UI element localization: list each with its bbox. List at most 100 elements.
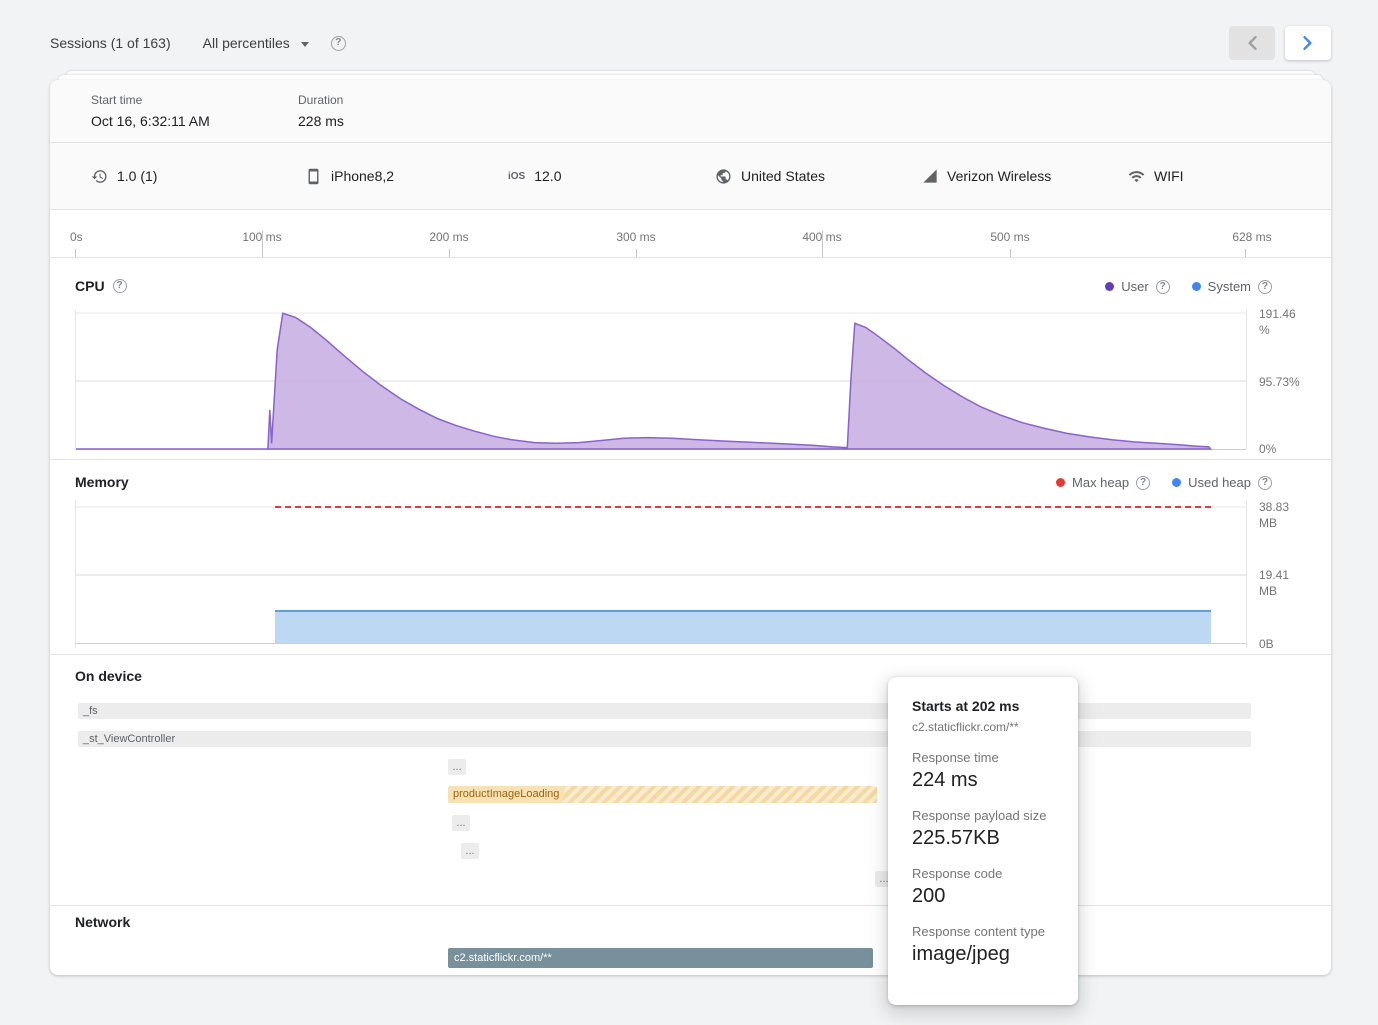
- user-help-icon[interactable]: ?: [1156, 280, 1170, 294]
- device-model-value: iPhone8,2: [331, 168, 394, 184]
- trace-bar-collapsed[interactable]: ...: [461, 843, 479, 859]
- start-time-block: Start time Oct 16, 6:32:11 AM: [91, 93, 298, 142]
- chevron-left-icon: [1247, 36, 1257, 50]
- ruler-tick-label: 200 ms: [417, 230, 481, 244]
- session-pager: [1229, 26, 1331, 60]
- percentiles-dropdown[interactable]: All percentiles: [203, 35, 309, 51]
- memory-legend: Max heap ? Used heap ?: [1056, 475, 1272, 490]
- session-summary-row: Start time Oct 16, 6:32:11 AM Duration 2…: [50, 80, 1331, 143]
- timeline-ruler: 0s 100 ms 200 ms 300 ms 400 ms 500 ms 62…: [50, 210, 1331, 258]
- tooltip-field-label: Response content type: [912, 924, 1054, 939]
- next-session-button[interactable]: [1285, 26, 1331, 60]
- device-attributes-row: 1.0 (1) iPhone8,2 iOS 12.0 United States: [50, 143, 1331, 210]
- tooltip-url: c2.staticflickr.com/**: [912, 720, 1054, 734]
- country-value: United States: [741, 168, 825, 184]
- on-device-section: On device _fs _st_ViewController ... pro…: [50, 655, 1331, 906]
- ruler-tick: [262, 231, 263, 257]
- ruler-tick: [822, 231, 823, 257]
- carrier-item: Verizon Wireless: [922, 143, 1051, 209]
- country-item: United States: [715, 143, 825, 209]
- memory-y-label-zero: 0B: [1259, 636, 1274, 652]
- cpu-y-label-mid: 95.73%: [1259, 374, 1300, 390]
- ruler-tick: [449, 249, 450, 257]
- user-legend-dot: [1105, 282, 1114, 291]
- device-model-item: iPhone8,2: [305, 143, 394, 209]
- duration-label: Duration: [298, 93, 505, 107]
- network-title-text: Network: [75, 914, 130, 930]
- cell-signal-icon: [922, 168, 938, 184]
- system-legend-dot: [1192, 282, 1201, 291]
- system-legend-label: System: [1208, 279, 1251, 294]
- used-heap-help-icon[interactable]: ?: [1258, 476, 1272, 490]
- memory-section-title: Memory: [75, 474, 129, 490]
- tooltip-field-label: Response time: [912, 750, 1054, 765]
- memory-title-text: Memory: [75, 474, 129, 490]
- radio-value: WIFI: [1154, 168, 1184, 184]
- cpu-chart-plot[interactable]: [75, 310, 1247, 450]
- history-icon: [91, 168, 108, 185]
- tooltip-field-content-type: Response content type image/jpeg: [912, 924, 1054, 966]
- cpu-legend-system: System ?: [1192, 279, 1272, 294]
- used-heap-band: [275, 610, 1210, 643]
- network-request-bar[interactable]: c2.staticflickr.com/**: [448, 948, 873, 968]
- ruler-tick-label: 300 ms: [604, 230, 668, 244]
- radio-item: WIFI: [1128, 143, 1184, 209]
- ruler-tick: [636, 249, 637, 257]
- duration-value: 228 ms: [298, 113, 505, 129]
- tooltip-field-value: image/jpeg: [912, 943, 1054, 966]
- tooltip-field-value: 225.57KB: [912, 827, 1054, 850]
- previous-session-button[interactable]: [1229, 26, 1275, 60]
- session-detail-page: Sessions (1 of 163) All percentiles ?: [0, 0, 1378, 1025]
- cpu-chart-svg: [76, 310, 1246, 450]
- trace-bar-collapsed[interactable]: ...: [448, 759, 466, 775]
- globe-icon: [715, 168, 732, 185]
- ruler-tick-label: 500 ms: [978, 230, 1042, 244]
- ruler-tick-label: 628 ms: [1220, 230, 1284, 244]
- network-section: Network c2.staticflickr.com/**: [50, 906, 1331, 975]
- sessions-help-icon[interactable]: ?: [331, 36, 346, 51]
- ruler-tick-label: 0s: [70, 230, 83, 244]
- trace-bar-collapsed[interactable]: ...: [452, 815, 470, 831]
- chevron-down-icon: [301, 42, 309, 47]
- carrier-value: Verizon Wireless: [947, 168, 1051, 184]
- trace-bar-label: productImageLoading: [448, 786, 564, 803]
- cpu-title-text: CPU: [75, 278, 105, 294]
- start-time-label: Start time: [91, 93, 298, 107]
- percentiles-dropdown-label: All percentiles: [203, 35, 290, 51]
- ios-icon: iOS: [508, 171, 525, 182]
- tooltip-field-label: Response payload size: [912, 808, 1054, 823]
- ruler-tick: [1245, 249, 1246, 257]
- trace-bar-product-image-loading[interactable]: productImageLoading: [448, 786, 877, 803]
- user-legend-label: User: [1121, 279, 1148, 294]
- os-version-item: iOS 12.0: [508, 143, 561, 209]
- memory-legend-max-heap: Max heap ?: [1056, 475, 1150, 490]
- cpu-legend-user: User ?: [1105, 279, 1169, 294]
- chevron-right-icon: [1303, 36, 1313, 50]
- on-device-title-text: On device: [75, 668, 142, 684]
- tooltip-field-value: 224 ms: [912, 769, 1054, 792]
- max-heap-help-icon[interactable]: ?: [1136, 476, 1150, 490]
- max-heap-legend-label: Max heap: [1072, 475, 1129, 490]
- system-help-icon[interactable]: ?: [1258, 280, 1272, 294]
- app-version-value: 1.0 (1): [117, 168, 157, 184]
- app-version-item: 1.0 (1): [91, 143, 157, 209]
- max-heap-line: [275, 506, 1210, 508]
- cpu-y-label-max: 191.46 %: [1259, 306, 1296, 338]
- used-heap-legend-dot: [1172, 478, 1181, 487]
- duration-block: Duration 228 ms: [298, 93, 505, 142]
- cpu-legend: User ? System ?: [1105, 279, 1272, 294]
- cpu-section: CPU ? User ? System ?: [50, 258, 1331, 460]
- start-time-value: Oct 16, 6:32:11 AM: [91, 113, 298, 129]
- cpu-help-icon[interactable]: ?: [113, 279, 127, 293]
- ruler-tick: [75, 249, 76, 257]
- memory-section: Memory Max heap ? Used heap ?: [50, 460, 1331, 655]
- sessions-count-label: Sessions (1 of 163): [50, 35, 171, 51]
- sessions-toolbar: Sessions (1 of 163) All percentiles ?: [50, 26, 1331, 60]
- tooltip-field-value: 200: [912, 885, 1054, 908]
- os-version-value: 12.0: [534, 168, 561, 184]
- memory-y-label-max: 38.83 MB: [1259, 499, 1289, 531]
- memory-chart-plot[interactable]: [75, 500, 1247, 648]
- tooltip-title: Starts at 202 ms: [912, 698, 1054, 714]
- tooltip-field-response-code: Response code 200: [912, 866, 1054, 908]
- session-card: Start time Oct 16, 6:32:11 AM Duration 2…: [50, 80, 1331, 975]
